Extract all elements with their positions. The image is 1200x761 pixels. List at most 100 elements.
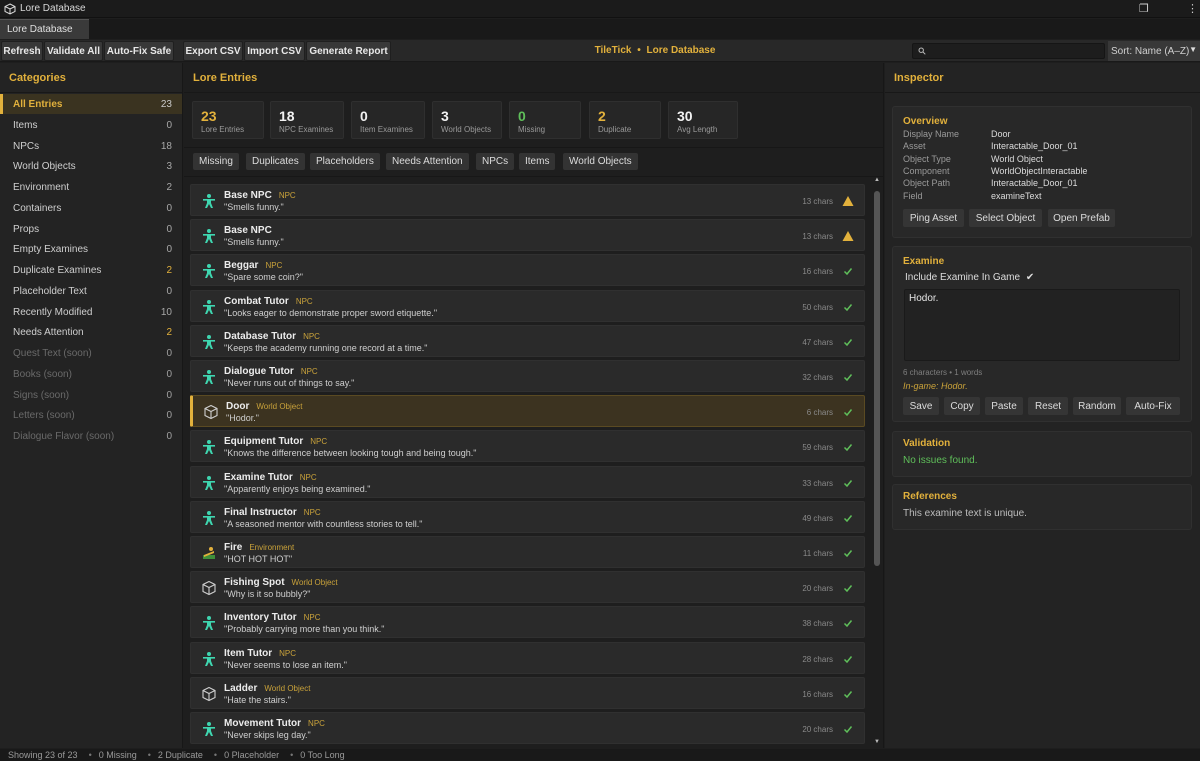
category-duplicate-examines[interactable]: Duplicate Examines 2 — [0, 260, 182, 280]
lore-entry-row[interactable]: Item Tutor NPC "Never seems to lose an ite… — [190, 641, 865, 674]
entry-examine-text: "Apparently enjoys being examined." — [224, 483, 371, 494]
lore-entry-row[interactable]: Door World Object "Hodor." 6 chars — [190, 395, 865, 428]
maximize-icon[interactable]: ❐ — [1139, 2, 1149, 15]
category-environment[interactable]: Environment 2 — [0, 177, 182, 197]
category-signs[interactable]: Signs (soon) 0 — [0, 385, 182, 405]
scrollbar[interactable]: ▲ ▼ — [874, 177, 880, 745]
category-items[interactable]: Items 0 — [0, 115, 182, 135]
search-input[interactable] — [912, 43, 1105, 59]
random-button[interactable]: Random — [1073, 397, 1121, 415]
category-count: 0 — [166, 244, 172, 256]
include-examine-toggle[interactable]: Include Examine In Game ✔ — [905, 272, 1034, 283]
filter-npcs[interactable]: NPCs — [476, 153, 515, 170]
category-count: 0 — [166, 431, 172, 442]
category-containers[interactable]: Containers 0 — [0, 198, 182, 218]
lore-entries-title: Lore Entries — [184, 63, 883, 93]
lore-entry-row[interactable]: Inventory Tutor NPC "Probably carrying mor… — [190, 606, 865, 639]
category-count: 0 — [166, 348, 172, 359]
lore-entry-row[interactable]: Database Tutor NPC "Keeps the academy runn… — [190, 324, 865, 357]
lore-entry-row[interactable]: Base NPC NPC "Smells funny." 13 chars — [190, 184, 865, 216]
reset-button[interactable]: Reset — [1028, 397, 1068, 415]
auto-fix-safe-button[interactable]: Auto-Fix Safe — [104, 41, 174, 61]
category-props[interactable]: Props 0 — [0, 219, 182, 239]
checkmark-icon — [843, 268, 853, 276]
scroll-up-icon[interactable]: ▲ — [874, 177, 880, 183]
examine-text-field[interactable]: Hodor. — [904, 289, 1180, 361]
toolbar-title: TileTick • Lore Database — [560, 45, 750, 56]
filter-world-objects[interactable]: World Objects — [563, 153, 638, 170]
references-section: References This examine text is unique. — [892, 484, 1192, 530]
validate-all-button[interactable]: Validate All — [44, 41, 103, 61]
status-2-duplicate: 2 Duplicate — [157, 750, 203, 760]
lore-entry-row[interactable]: Movement Tutor NPC "Never skips leg day." 2… — [190, 712, 865, 744]
category-placeholder-text[interactable]: Placeholder Text 0 — [0, 281, 182, 301]
lore-entry-row[interactable]: Examine Tutor NPC "Apparently enjoys being… — [190, 465, 865, 498]
more-menu-icon[interactable]: ⋮ — [1187, 2, 1198, 15]
scroll-down-icon[interactable]: ▼ — [874, 739, 880, 745]
lore-entry-row[interactable]: Fishing Spot World Object "Why is it so bu… — [190, 571, 865, 604]
entry-name-line: Base NPC — [224, 225, 272, 236]
npc-icon — [203, 264, 215, 279]
lore-entry-row[interactable]: Combat Tutor NPC "Looks eager to demonstra… — [190, 289, 865, 322]
category-needs-attention[interactable]: Needs Attention 2 — [0, 322, 182, 342]
filter-needs-attention[interactable]: Needs Attention — [386, 153, 469, 170]
entry-name: Inventory Tutor — [224, 612, 297, 624]
lore-entry-row[interactable]: Fire Environment "HOT HOT HOT" 11 chars — [190, 536, 865, 568]
checkmark-icon — [843, 409, 853, 417]
category-dialogue-flavor[interactable]: Dialogue Flavor (soon) 0 — [0, 426, 182, 446]
refresh-button[interactable]: Refresh — [1, 41, 43, 61]
export-csv-button[interactable]: Export CSV — [183, 41, 243, 61]
lore-entry-row[interactable]: Base NPC "Smells funny." 13 chars — [190, 219, 865, 252]
entry-type-badge: NPC — [303, 507, 321, 517]
lore-entry-row[interactable]: Final Instructor NPC "A seasoned mentor wi… — [190, 500, 865, 533]
select-object-button[interactable]: Select Object — [969, 209, 1042, 227]
field-value: World Object — [991, 153, 1043, 164]
examine-counts: 6 characters • 1 words — [903, 368, 983, 377]
stat-card-missing: 0 Missing — [509, 101, 581, 139]
stat-label: Item Examines — [360, 125, 413, 134]
tab-lore-database[interactable]: Lore Database — [0, 19, 89, 39]
import-csv-button[interactable]: Import CSV — [244, 41, 305, 61]
category-npcs[interactable]: NPCs 18 — [0, 136, 182, 156]
entry-type-badge: NPC — [310, 437, 328, 447]
sort-dropdown[interactable]: Sort: Name (A–Z) ▼ — [1108, 41, 1200, 61]
checkmark-icon — [843, 303, 853, 311]
open-prefab-button[interactable]: Open Prefab — [1048, 209, 1115, 227]
overview-title: Overview — [903, 116, 948, 127]
auto-fix-button[interactable]: Auto-Fix — [1126, 397, 1180, 415]
category-label: Duplicate Examines — [13, 265, 102, 276]
lore-entry-row[interactable]: Equipment Tutor NPC "Knows the difference … — [190, 430, 865, 463]
entry-name-line: Dialogue Tutor NPC — [224, 366, 318, 377]
lore-entry-row[interactable]: Ladder World Object "Hate the stairs." 16 c… — [190, 676, 865, 709]
lore-entry-row[interactable]: Beggar NPC "Spare some coin?" 16 chars — [190, 254, 865, 287]
stat-card-npc-examines: 18 NPC Examines — [270, 101, 344, 139]
ping-asset-button[interactable]: Ping Asset — [903, 209, 964, 227]
copy-button[interactable]: Copy — [944, 397, 980, 415]
category-quest-text[interactable]: Quest Text (soon) 0 — [0, 343, 182, 363]
in-game-preview: In-game: Hodor. — [903, 381, 968, 391]
category-books[interactable]: Books (soon) 0 — [0, 364, 182, 384]
paste-button[interactable]: Paste — [985, 397, 1023, 415]
validation-message: No issues found. — [903, 455, 978, 466]
scrollbar-thumb[interactable] — [874, 191, 880, 566]
filter-duplicates[interactable]: Duplicates — [246, 153, 305, 170]
npc-icon — [203, 722, 215, 736]
generate-report-button[interactable]: Generate Report — [306, 41, 391, 61]
category-all-entries[interactable]: All Entries 23 — [0, 94, 182, 114]
category-letters[interactable]: Letters (soon) 0 — [0, 405, 182, 425]
category-recently-modified[interactable]: Recently Modified 10 — [0, 302, 182, 322]
category-world-objects[interactable]: World Objects 3 — [0, 156, 182, 176]
filter-missing[interactable]: Missing — [193, 153, 239, 170]
field-value: Door — [991, 129, 1011, 139]
category-empty-examines[interactable]: Empty Examines 0 — [0, 239, 182, 259]
filter-bar: Missing Duplicates Placeholders Needs Atten… — [184, 147, 884, 175]
category-count: 0 — [166, 368, 172, 380]
filter-items[interactable]: Items — [519, 153, 556, 170]
filter-placeholders[interactable]: Placeholders — [310, 153, 380, 170]
checkmark-icon — [843, 690, 853, 698]
window-title: Lore Database — [20, 3, 86, 14]
lore-entry-row[interactable]: Dialogue Tutor NPC "Never runs out of thin… — [190, 360, 865, 392]
save-button[interactable]: Save — [903, 397, 939, 415]
stat-label: NPC Examines — [279, 125, 334, 134]
entry-name: Door — [226, 401, 250, 413]
